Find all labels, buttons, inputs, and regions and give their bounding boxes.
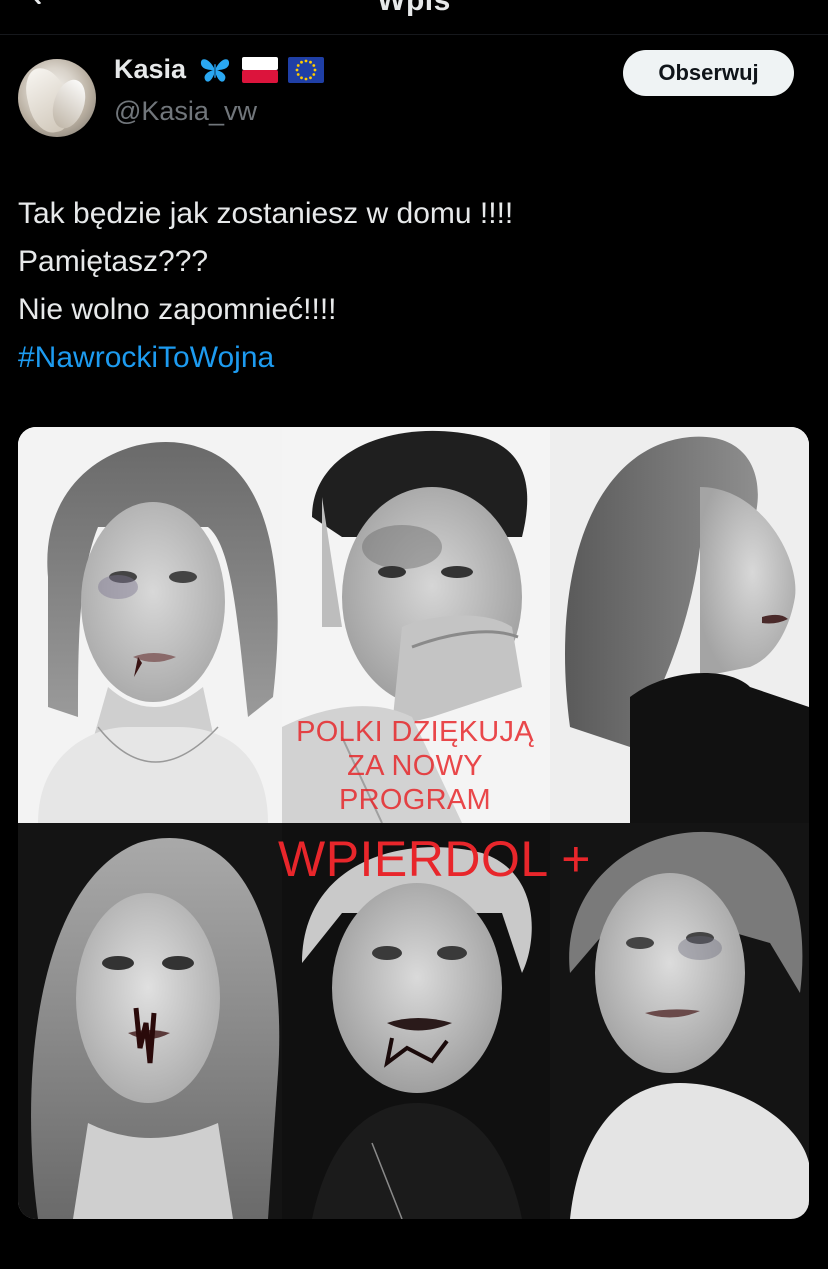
media-caption-line: PROGRAM [339, 784, 491, 816]
portrait-image [18, 427, 282, 823]
media-caption-big: WPIERDOL + [278, 831, 591, 887]
author-display-name[interactable]: Kasia [114, 54, 325, 85]
portrait-image [550, 427, 809, 823]
follow-button[interactable]: Obserwuj [623, 50, 794, 96]
collage-photo [18, 823, 282, 1219]
top-nav-bar: Wpis [0, 0, 828, 35]
hashtag-link[interactable]: #NawrockiToWojna [18, 334, 808, 382]
butterfly-icon [200, 58, 230, 82]
tweet-text-line: Pamiętasz??? [18, 245, 209, 278]
avatar[interactable] [18, 59, 96, 137]
media-caption-line: POLKI DZIĘKUJĄ [296, 716, 534, 748]
media-caption-small: POLKI DZIĘKUJĄ ZA NOWY PROGRAM [280, 715, 550, 817]
author-name-text: Kasia [114, 54, 187, 84]
collage-photo [18, 427, 282, 823]
portrait-image [18, 823, 282, 1219]
tweet-text: Tak będzie jak zostaniesz w domu !!!! Pa… [18, 190, 808, 382]
poland-flag-icon [242, 56, 279, 83]
tweet-media-image[interactable]: POLKI DZIĘKUJĄ ZA NOWY PROGRAM WPIERDOL … [18, 427, 809, 1219]
author-handle[interactable]: @Kasia_vw [114, 96, 257, 127]
author-badges [198, 56, 325, 84]
tweet-text-line: Nie wolno zapomnieć!!!! [18, 293, 337, 326]
tweet-text-line: Tak będzie jak zostaniesz w domu !!!! [18, 197, 514, 230]
collage-photo [550, 427, 809, 823]
media-caption-line: ZA NOWY [347, 750, 483, 782]
page-title: Wpis [377, 0, 451, 17]
eu-flag-icon [288, 56, 325, 83]
